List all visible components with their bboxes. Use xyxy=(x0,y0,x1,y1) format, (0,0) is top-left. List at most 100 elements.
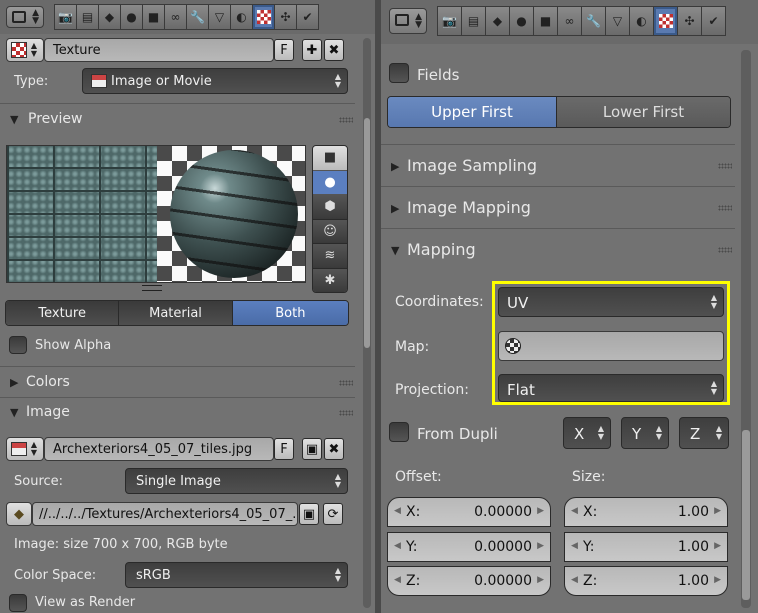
hair-shape-icon[interactable]: ≋ xyxy=(313,244,347,269)
size-y-field[interactable]: ◀ Y: 1.00 ▶ xyxy=(564,532,728,562)
modifiers-tab-icon[interactable]: 🔧 xyxy=(581,6,606,36)
offset-y-field[interactable]: ◀ Y: 0.00000 ▶ xyxy=(387,532,551,562)
view-as-render-checkbox[interactable] xyxy=(9,594,27,612)
constraints-tab-icon[interactable]: ∞ xyxy=(557,6,582,36)
uv-map-field[interactable] xyxy=(498,331,724,361)
preview-section-header[interactable]: ▼ Preview xyxy=(0,106,375,134)
projection-dropdown[interactable]: Flat ▲ ▼ xyxy=(498,374,724,402)
editor-type-selector[interactable]: ▲ ▼ xyxy=(6,6,44,28)
material-tab-icon[interactable]: ◐ xyxy=(230,4,253,30)
plane-shape-icon[interactable]: ■ xyxy=(313,146,347,171)
texture-browse-button[interactable]: ▲ ▼ xyxy=(6,38,44,62)
increment-arrow-icon[interactable]: ▶ xyxy=(537,575,544,585)
left-scrollbar-thumb[interactable] xyxy=(364,118,370,348)
mapping-y-dropdown[interactable]: Y ▲ ▼ xyxy=(621,417,669,449)
mapping-z-dropdown[interactable]: Z ▲ ▼ xyxy=(679,417,729,449)
right-scrollbar-thumb[interactable] xyxy=(742,430,750,600)
image-browse-button[interactable]: ▲ ▼ xyxy=(6,437,44,461)
pack-file-icon[interactable]: ◆ xyxy=(6,502,32,526)
image-name-field[interactable]: Archexteriors4_05_07_tiles.jpg xyxy=(44,437,274,461)
data-tab-icon[interactable]: ▽ xyxy=(208,4,231,30)
physics-tab-icon[interactable]: ✔ xyxy=(296,4,319,30)
lower-first-button[interactable]: Lower First xyxy=(557,97,730,127)
monkey-shape-icon[interactable]: ☺ xyxy=(313,219,347,244)
browse-file-icon[interactable]: ▣ xyxy=(299,503,319,525)
open-file-icon[interactable]: ▣ xyxy=(302,438,322,460)
decrement-arrow-icon[interactable]: ◀ xyxy=(571,575,578,585)
size-z-field[interactable]: ◀ Z: 1.00 ▶ xyxy=(564,566,728,596)
resize-handle-icon[interactable] xyxy=(142,285,162,291)
unlink-icon[interactable]: ✖ xyxy=(324,39,344,61)
increment-arrow-icon[interactable]: ▶ xyxy=(537,541,544,551)
right-scrollbar[interactable] xyxy=(741,50,751,608)
render-tab-icon[interactable]: 📷 xyxy=(54,4,77,30)
texture-tab-icon[interactable] xyxy=(252,4,275,30)
decrement-arrow-icon[interactable]: ◀ xyxy=(394,506,401,516)
coordinates-value: UV xyxy=(507,294,529,312)
offset-z-field[interactable]: ◀ Z: 0.00000 ▶ xyxy=(387,566,551,596)
modifiers-tab-icon[interactable]: 🔧 xyxy=(186,4,209,30)
drag-grip-icon[interactable] xyxy=(718,163,732,169)
render-tab-icon[interactable]: 📷 xyxy=(437,6,462,36)
image-path-field[interactable]: //../../../Textures/Archexteriors4_05_07… xyxy=(32,502,298,526)
sphere-shape-icon[interactable]: ● xyxy=(313,170,347,195)
material-tab-icon[interactable]: ◐ xyxy=(629,6,654,36)
physics-tab-icon[interactable]: ✔ xyxy=(701,6,726,36)
decrement-arrow-icon[interactable]: ◀ xyxy=(571,506,578,516)
world-tab-icon[interactable]: ● xyxy=(509,6,534,36)
image-unlink-icon[interactable]: ✖ xyxy=(324,438,344,460)
reload-icon[interactable]: ⟳ xyxy=(323,503,343,525)
image-mapping-section-header[interactable]: ▶ Image Mapping xyxy=(381,194,758,222)
from-dupli-checkbox[interactable] xyxy=(389,422,409,442)
size-x-field[interactable]: ◀ X: 1.00 ▶ xyxy=(564,497,728,527)
color-space-dropdown[interactable]: sRGB ▲ ▼ xyxy=(125,562,348,588)
object-tab-icon[interactable]: ■ xyxy=(142,4,165,30)
particles-tab-icon[interactable]: ✣ xyxy=(274,4,297,30)
cube-shape-icon[interactable]: ⬢ xyxy=(313,195,347,220)
layers-tab-icon[interactable]: ▤ xyxy=(76,4,99,30)
mapping-x-dropdown[interactable]: X ▲ ▼ xyxy=(563,417,611,449)
decrement-arrow-icon[interactable]: ◀ xyxy=(571,541,578,551)
increment-arrow-icon[interactable]: ▶ xyxy=(714,575,721,585)
coordinates-dropdown[interactable]: UV ▲ ▼ xyxy=(498,287,724,317)
fake-user-button[interactable]: F xyxy=(274,39,294,61)
constraints-tab-icon[interactable]: ∞ xyxy=(164,4,187,30)
drag-grip-icon[interactable] xyxy=(339,410,353,416)
object-tab-icon[interactable]: ■ xyxy=(533,6,558,36)
colors-section-header[interactable]: ▶ Colors xyxy=(0,369,375,397)
offset-x-field[interactable]: ◀ X: 0.00000 ▶ xyxy=(387,497,551,527)
layers-tab-icon[interactable]: ▤ xyxy=(461,6,486,36)
upper-first-button[interactable]: Upper First xyxy=(388,97,558,127)
sky-shape-icon[interactable]: ✱ xyxy=(313,268,347,292)
image-sampling-section-header[interactable]: ▶ Image Sampling xyxy=(381,152,758,180)
image-section-header[interactable]: ▼ Image xyxy=(0,399,375,427)
fields-checkbox[interactable] xyxy=(389,63,409,83)
drag-grip-icon[interactable] xyxy=(339,117,353,123)
increment-arrow-icon[interactable]: ▶ xyxy=(714,541,721,551)
texture-name-field[interactable]: Texture xyxy=(44,38,274,62)
mapping-section-header[interactable]: ▼ Mapping xyxy=(381,236,758,264)
increment-arrow-icon[interactable]: ▶ xyxy=(714,506,721,516)
drag-grip-icon[interactable] xyxy=(339,380,353,386)
data-tab-icon[interactable]: ▽ xyxy=(605,6,630,36)
editor-type-selector[interactable]: ▲ ▼ xyxy=(389,8,427,34)
scene-tab-icon[interactable]: ◆ xyxy=(98,4,121,30)
particles-tab-icon[interactable]: ✣ xyxy=(677,6,702,36)
drag-grip-icon[interactable] xyxy=(718,247,732,253)
show-alpha-checkbox[interactable] xyxy=(9,336,27,354)
type-dropdown[interactable]: Image or Movie ▲ ▼ xyxy=(82,68,348,94)
left-scrollbar[interactable] xyxy=(363,38,371,608)
image-fake-user-button[interactable]: F xyxy=(274,438,294,460)
preview-both-button[interactable]: Both xyxy=(232,301,348,325)
drag-grip-icon[interactable] xyxy=(718,205,732,211)
world-tab-icon[interactable]: ● xyxy=(120,4,143,30)
new-texture-icon[interactable]: ✚ xyxy=(302,39,322,61)
decrement-arrow-icon[interactable]: ◀ xyxy=(394,541,401,551)
texture-tab-icon[interactable] xyxy=(653,6,678,36)
increment-arrow-icon[interactable]: ▶ xyxy=(537,506,544,516)
decrement-arrow-icon[interactable]: ◀ xyxy=(394,575,401,585)
source-dropdown[interactable]: Single Image ▲ ▼ xyxy=(125,468,348,494)
preview-material-button[interactable]: Material xyxy=(119,301,233,325)
preview-texture-button[interactable]: Texture xyxy=(6,301,120,325)
scene-tab-icon[interactable]: ◆ xyxy=(485,6,510,36)
